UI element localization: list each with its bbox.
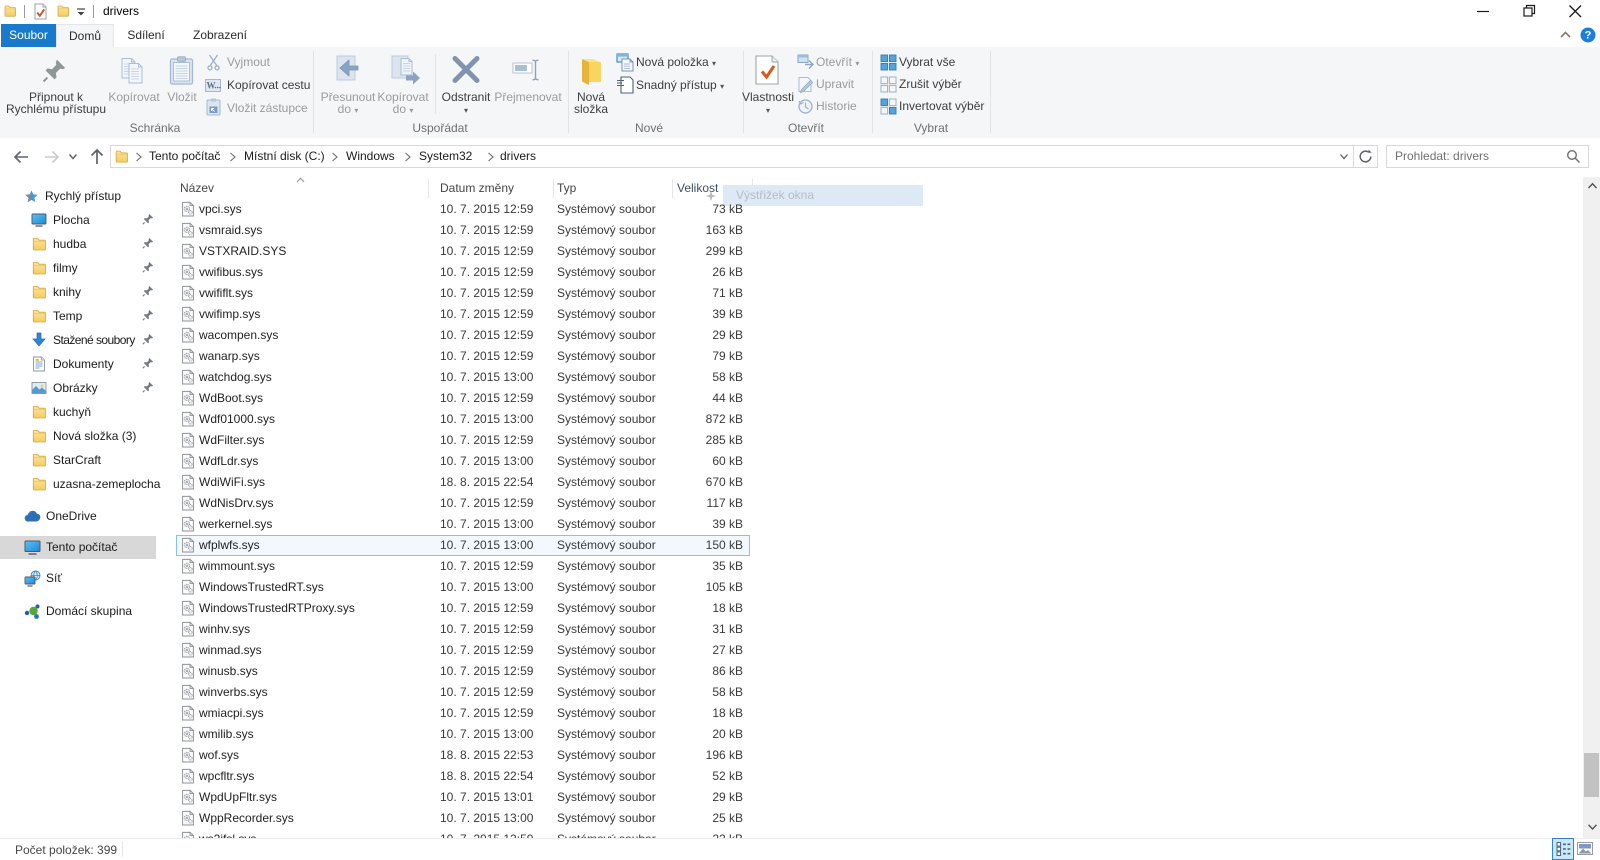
svg-text:W: W: [207, 81, 216, 91]
svg-text:?: ?: [1585, 30, 1592, 42]
